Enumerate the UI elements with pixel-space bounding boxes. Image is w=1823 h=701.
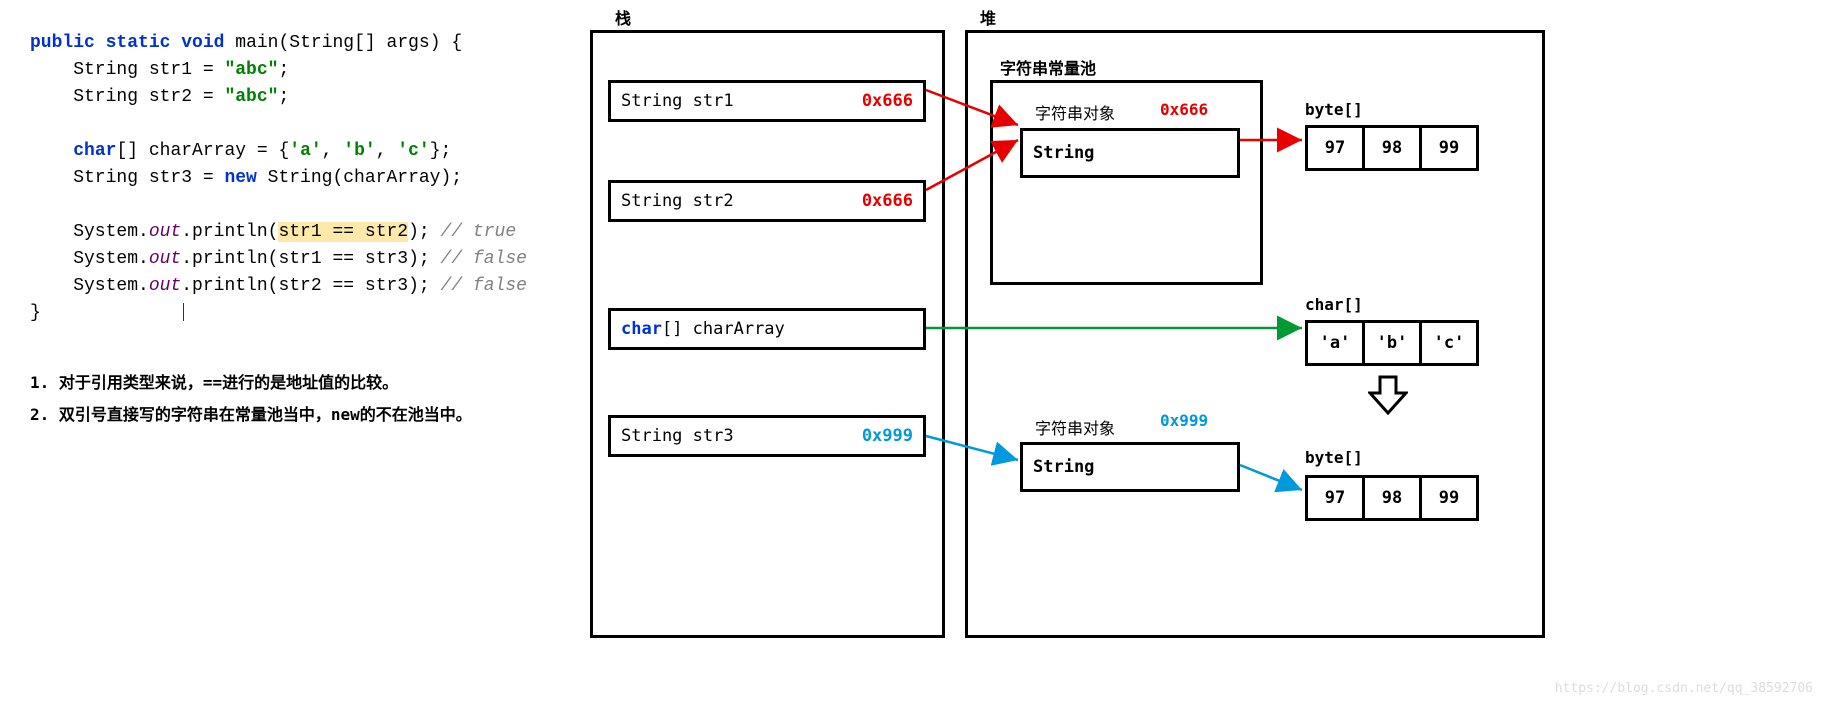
heap-string-obj: String [1020, 442, 1240, 492]
stack-str1: String str1 0x666 [608, 80, 926, 122]
watermark: https://blog.csdn.net/qq_38592706 [1555, 681, 1813, 696]
kw: public [30, 33, 95, 53]
kw: static [106, 33, 171, 53]
stack-label: 栈 [615, 5, 631, 29]
obj-label-2: 字符串对象 [1035, 415, 1115, 439]
stack-str2: String str2 0x666 [608, 180, 926, 222]
memory-diagram: 栈 堆 String str1 0x666 String str2 0x666 … [590, 0, 1820, 700]
stack-charArray: char[] charArray [608, 308, 926, 350]
pool-label: 字符串常量池 [1000, 55, 1096, 79]
heap-addr: 0x999 [1160, 411, 1208, 430]
code-block: public static void main(String[] args) {… [30, 30, 570, 327]
byte-label-2: byte[] [1305, 448, 1363, 467]
pool-string-obj: String [1020, 128, 1240, 178]
char-array: 'a' 'b' 'c' [1305, 320, 1479, 366]
note-2: 2. 双引号直接写的字符串在常量池当中，new的不在池当中。 [30, 399, 570, 431]
notes: 1. 对于引用类型来说，==进行的是地址值的比较。 2. 双引号直接写的字符串在… [30, 367, 570, 431]
kw: void [181, 33, 224, 53]
heap-label: 堆 [980, 5, 996, 29]
down-arrow-icon [1368, 375, 1408, 415]
note-1: 1. 对于引用类型来说，==进行的是地址值的比较。 [30, 367, 570, 399]
pool-box [990, 80, 1263, 285]
byte-array-1: 97 98 99 [1305, 125, 1479, 171]
obj-label-1: 字符串对象 [1035, 100, 1115, 124]
pool-addr: 0x666 [1160, 100, 1208, 119]
code-panel: public static void main(String[] args) {… [30, 30, 570, 431]
byte-label-1: byte[] [1305, 100, 1363, 119]
byte-array-2: 97 98 99 [1305, 475, 1479, 521]
stack-str3: String str3 0x999 [608, 415, 926, 457]
text-cursor-icon [183, 303, 184, 321]
char-label: char[] [1305, 295, 1363, 314]
